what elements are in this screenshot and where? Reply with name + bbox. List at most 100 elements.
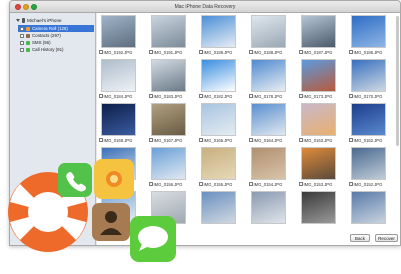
back-button[interactable]: Back (350, 234, 370, 242)
photo-filename: IMG_0187.JPG (303, 49, 333, 55)
photo-filename: IMG_0191.JPG (153, 49, 183, 55)
sidebar-item-contacts[interactable]: Contacts (297) (18, 32, 94, 39)
photo-thumbnail[interactable] (201, 59, 236, 92)
photo-thumbnail[interactable] (201, 191, 236, 224)
photo-thumbnail[interactable] (351, 15, 386, 48)
photo-caption: IMG_0182.JPG (199, 93, 238, 99)
photo-thumbnail[interactable] (151, 103, 186, 136)
photo-checkbox[interactable] (99, 94, 103, 98)
sms-icon (26, 40, 30, 45)
disclosure-triangle-icon[interactable] (16, 19, 20, 22)
sidebar-checkbox[interactable] (20, 40, 24, 45)
photo-thumbnail[interactable] (301, 147, 336, 180)
sidebar-item-sms[interactable]: SMS (56) (18, 39, 94, 46)
photo-checkbox[interactable] (199, 138, 203, 142)
photo-filename: IMG_0153.JPG (303, 181, 333, 187)
photo-filename: IMG_0189.JPG (203, 49, 233, 55)
photo-filename: IMG_0168.JPG (103, 137, 133, 143)
photo-thumbnail[interactable] (251, 191, 286, 224)
photo-caption: IMG_0153.JPG (299, 181, 338, 187)
photo-checkbox[interactable] (149, 138, 153, 142)
photo-checkbox[interactable] (349, 94, 353, 98)
camera-icon (26, 26, 30, 31)
photo-checkbox[interactable] (249, 138, 253, 142)
sidebar-item-label: Contacts (297) (32, 33, 61, 38)
photo-caption: IMG_0178.JPG (249, 93, 288, 99)
photo-caption: IMG_0173.JPG (299, 93, 338, 99)
photo-filename: IMG_0178.JPG (253, 93, 283, 99)
photo-caption: IMG_0191.JPG (149, 49, 188, 55)
iphone-icon (22, 18, 25, 23)
sidebar-item-label: SMS (56) (32, 40, 51, 45)
photo-checkbox[interactable] (249, 50, 253, 54)
photo-caption: IMG_0168.JPG (99, 137, 138, 143)
sidebar-item-camera-roll[interactable]: Camera Roll (128) (18, 25, 94, 32)
photo-thumbnail[interactable] (351, 59, 386, 92)
photo-thumbnail[interactable] (251, 103, 286, 136)
photo-checkbox[interactable] (99, 50, 103, 54)
photo-thumbnail[interactable] (101, 59, 136, 92)
device-node[interactable]: Michael's iPhone (16, 18, 62, 23)
photo-thumbnail[interactable] (101, 103, 136, 136)
photo-checkbox[interactable] (349, 50, 353, 54)
photo-thumbnail[interactable] (151, 15, 186, 48)
photo-caption: IMG_0187.JPG (299, 49, 338, 55)
photo-thumbnail[interactable] (351, 147, 386, 180)
photos-app-icon (94, 159, 134, 199)
photo-thumbnail[interactable] (351, 191, 386, 224)
photo-checkbox[interactable] (149, 94, 153, 98)
photo-checkbox[interactable] (149, 50, 153, 54)
photo-filename: IMG_0165.JPG (203, 137, 233, 143)
call-history-icon (26, 47, 30, 52)
photo-caption: IMG_0154.JPG (249, 181, 288, 187)
photo-filename: IMG_0167.JPG (153, 137, 183, 143)
photo-thumbnail[interactable] (151, 59, 186, 92)
photo-checkbox[interactable] (249, 94, 253, 98)
photo-thumbnail[interactable] (101, 15, 136, 48)
photo-thumbnail[interactable] (301, 59, 336, 92)
photo-filename: IMG_0164.JPG (253, 137, 283, 143)
photo-filename: IMG_0173.JPG (303, 93, 333, 99)
vertical-scrollbar[interactable] (396, 16, 399, 146)
photo-checkbox[interactable] (299, 182, 303, 186)
photo-thumbnail[interactable] (201, 147, 236, 180)
photo-checkbox[interactable] (299, 94, 303, 98)
photo-thumbnail[interactable] (301, 191, 336, 224)
photo-thumbnail[interactable] (201, 15, 236, 48)
photo-filename: IMG_0183.JPG (153, 93, 183, 99)
photo-thumbnail[interactable] (201, 103, 236, 136)
photo-caption: IMG_0189.JPG (199, 49, 238, 55)
sidebar-item-label: Call History (91) (32, 47, 64, 52)
photo-checkbox[interactable] (299, 50, 303, 54)
photo-thumbnail[interactable] (301, 15, 336, 48)
photo-thumbnail[interactable] (251, 59, 286, 92)
photo-thumbnail[interactable] (351, 103, 386, 136)
recover-button[interactable]: Recover (375, 234, 398, 242)
photo-checkbox[interactable] (199, 94, 203, 98)
sidebar-checkbox[interactable] (20, 26, 24, 31)
photo-filename: IMG_0163.JPG (303, 137, 333, 143)
photo-filename: IMG_0192.JPG (103, 49, 133, 55)
photo-thumbnail[interactable] (251, 147, 286, 180)
photo-thumbnail[interactable] (251, 15, 286, 48)
photo-filename: IMG_0162.JPG (353, 137, 383, 143)
photo-checkbox[interactable] (99, 138, 103, 142)
photo-checkbox[interactable] (349, 182, 353, 186)
photo-filename: IMG_0184.JPG (103, 93, 133, 99)
sidebar-checkbox[interactable] (20, 33, 24, 38)
title-bar: Mac iPhone Data Recovery (10, 1, 400, 13)
app-logo (8, 159, 176, 262)
photo-thumbnail[interactable] (301, 103, 336, 136)
photo-caption: IMG_0170.JPG (349, 93, 388, 99)
sidebar-item-call-history[interactable]: Call History (91) (18, 46, 94, 53)
photo-filename: IMG_0170.JPG (353, 93, 383, 99)
photo-caption: IMG_0184.JPG (99, 93, 138, 99)
photo-checkbox[interactable] (299, 138, 303, 142)
phone-app-icon (58, 163, 92, 197)
photo-checkbox[interactable] (249, 182, 253, 186)
photo-checkbox[interactable] (199, 50, 203, 54)
sidebar-checkbox[interactable] (20, 47, 24, 52)
photo-checkbox[interactable] (349, 138, 353, 142)
photo-filename: IMG_0182.JPG (203, 93, 233, 99)
photo-filename: IMG_0155.JPG (203, 181, 233, 187)
